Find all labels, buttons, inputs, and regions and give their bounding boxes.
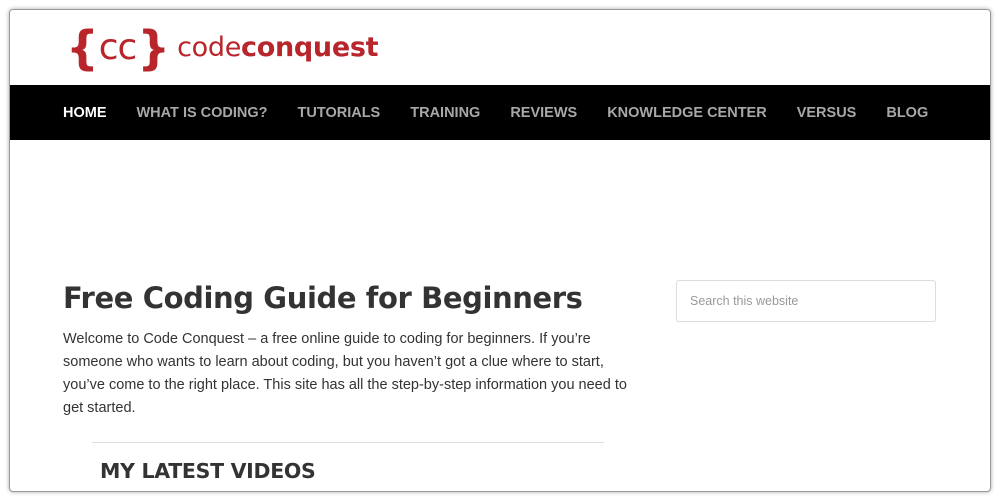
content-divider [92, 442, 604, 443]
nav-item-versus[interactable]: VERSUS [797, 105, 857, 121]
nav-item-tutorials[interactable]: TUTORIALS [298, 105, 381, 121]
page-title: Free Coding Guide for Beginners [63, 281, 583, 315]
logo-word-conquest: conquest [241, 32, 379, 63]
nav-item-what-is-coding[interactable]: WHAT IS CODING? [137, 105, 268, 121]
main-nav: HOME WHAT IS CODING? TUTORIALS TRAINING … [10, 85, 990, 140]
browser-frame: { cc } codeconquest HOME WHAT IS CODING?… [9, 9, 991, 492]
section-heading-latest-videos: MY LATEST VIDEOS [100, 459, 316, 483]
nav-item-blog[interactable]: BLOG [886, 105, 928, 121]
main-content: Free Coding Guide for Beginners Welcome … [63, 278, 633, 420]
site-logo[interactable]: { cc } codeconquest [66, 21, 379, 75]
logo-mark: { cc } [66, 21, 170, 75]
nav-item-training[interactable]: TRAINING [410, 105, 480, 121]
logo-brace-open: { [66, 21, 99, 75]
search-input[interactable] [677, 281, 935, 321]
nav-list: HOME WHAT IS CODING? TUTORIALS TRAINING … [10, 105, 958, 121]
logo-mark-letters: cc [98, 27, 138, 68]
logo-wordmark: codeconquest [177, 25, 378, 71]
intro-paragraph: Welcome to Code Conquest – a free online… [63, 331, 627, 416]
nav-item-reviews[interactable]: REVIEWS [510, 105, 577, 121]
nav-item-home[interactable]: HOME [63, 105, 107, 121]
site-header: { cc } codeconquest [10, 10, 990, 85]
logo-word-code: code [177, 32, 242, 63]
logo-brace-close: } [137, 21, 170, 75]
nav-item-knowledge-center[interactable]: KNOWLEDGE CENTER [607, 105, 767, 121]
sidebar-search [676, 280, 936, 322]
